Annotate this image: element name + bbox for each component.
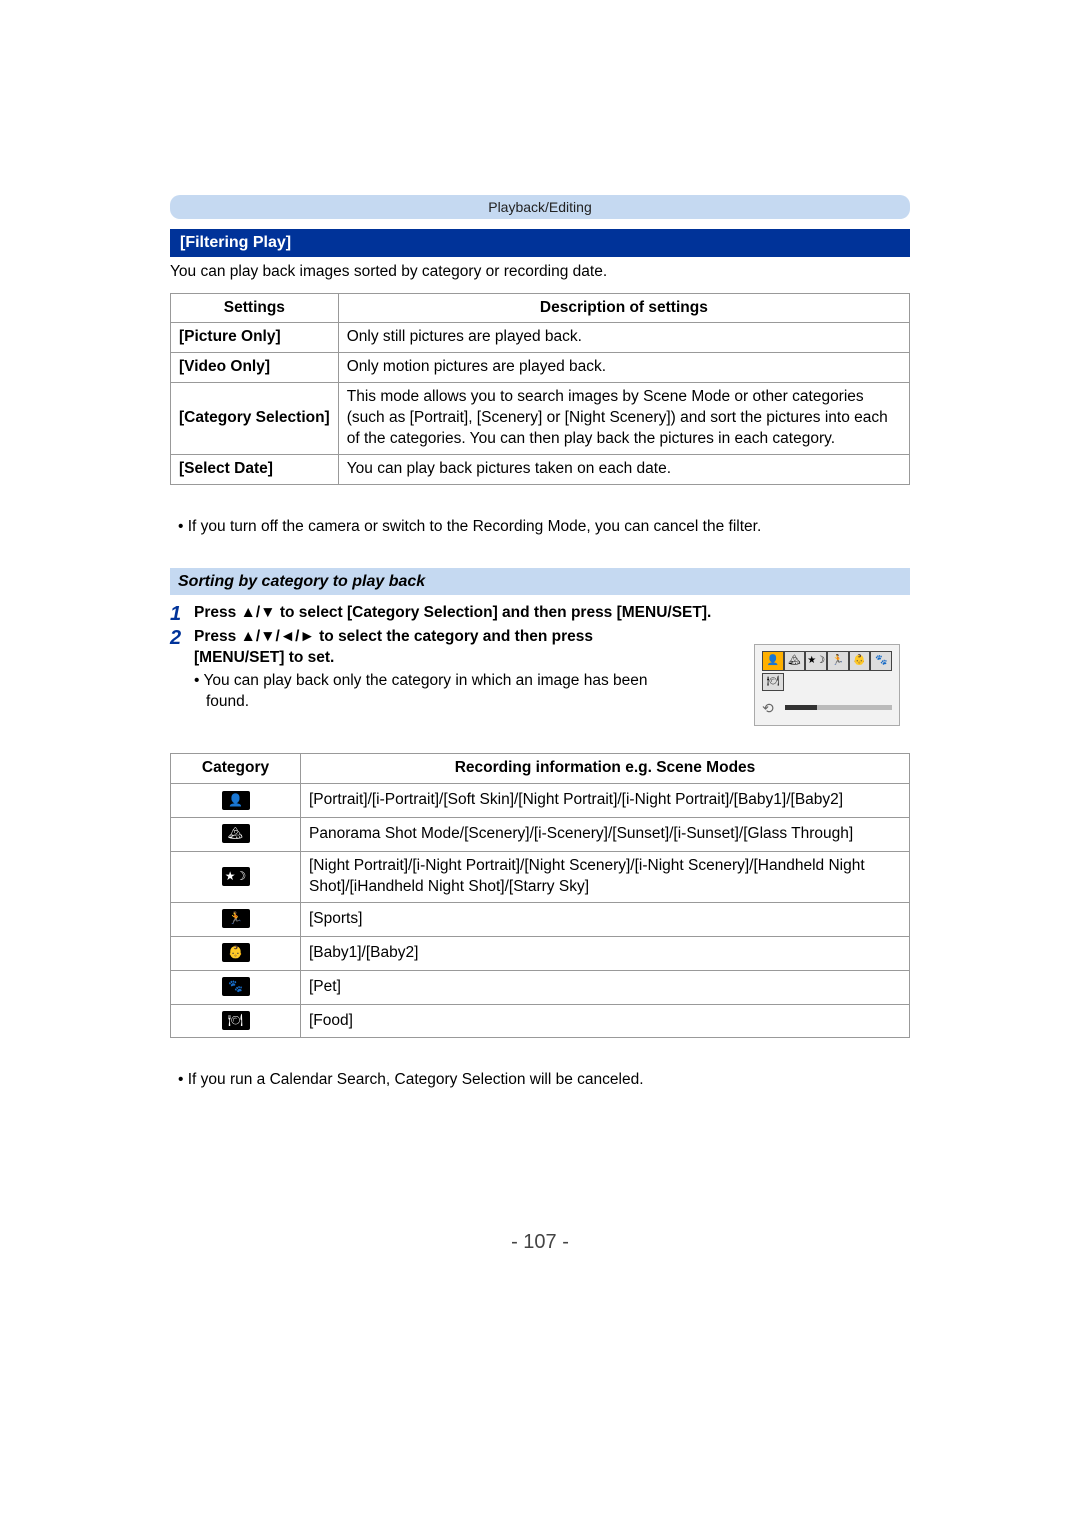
figure-icon-row: 👤 🏔 ★☽ 🏃 👶 🐾 — [762, 651, 892, 671]
table-row: 🏔 Panorama Shot Mode/[Scenery]/[i-Scener… — [171, 818, 910, 852]
figure-progress-bar — [785, 705, 892, 710]
figure-cell-selected: 👤 — [762, 651, 784, 671]
table-row: ★☽ [Night Portrait]/[i-Night Portrait]/[… — [171, 851, 910, 902]
category-selection-figure: 👤 🏔 ★☽ 🏃 👶 🐾 🍽 ⟲ — [754, 644, 900, 726]
step-1: 1 Press ▲/▼ to select [Category Selectio… — [170, 603, 910, 625]
setting-name: [Select Date] — [171, 455, 339, 485]
figure-cell: 🏃 — [827, 651, 849, 671]
category-desc: Panorama Shot Mode/[Scenery]/[i-Scenery]… — [301, 818, 910, 852]
section-title: [Filtering Play] — [170, 229, 910, 257]
table-row: 🏃 [Sports] — [171, 902, 910, 936]
dial-icon: ⟲ — [762, 699, 774, 718]
setting-desc: This mode allows you to search images by… — [338, 383, 909, 455]
step-note: • You can play back only the category in… — [194, 671, 664, 713]
food-icon: 🍽 — [222, 1011, 250, 1030]
category-icon-cell: 🐾 — [171, 970, 301, 1004]
setting-name: [Picture Only] — [171, 323, 339, 353]
sports-icon: 🏃 — [222, 909, 250, 928]
setting-name: [Video Only] — [171, 353, 339, 383]
scenery-icon: 🏔 — [222, 824, 250, 843]
figure-cell: 🏔 — [784, 651, 806, 671]
breadcrumb-text: Playback/Editing — [488, 198, 592, 217]
breadcrumb: Playback/Editing — [170, 195, 910, 219]
col-description: Description of settings — [338, 293, 909, 323]
category-icon-cell: 🏔 — [171, 818, 301, 852]
table-row: 👤 [Portrait]/[i-Portrait]/[Soft Skin]/[N… — [171, 784, 910, 818]
col-category: Category — [171, 754, 301, 784]
table-row: 🐾 [Pet] — [171, 970, 910, 1004]
figure-cell: 👶 — [849, 651, 871, 671]
category-desc: [Sports] — [301, 902, 910, 936]
table-header-row: Settings Description of settings — [171, 293, 910, 323]
note-filter-cancel: • If you turn off the camera or switch t… — [170, 515, 910, 540]
setting-desc: You can play back pictures taken on each… — [338, 455, 909, 485]
category-icon-cell: 🍽 — [171, 1004, 301, 1038]
col-settings: Settings — [171, 293, 339, 323]
figure-cell: 🍽 — [762, 673, 784, 691]
category-desc: [Night Portrait]/[i-Night Portrait]/[Nig… — [301, 851, 910, 902]
category-desc: [Pet] — [301, 970, 910, 1004]
table-row: [Category Selection] This mode allows yo… — [171, 383, 910, 455]
category-desc: [Baby1]/[Baby2] — [301, 936, 910, 970]
table-row: [Video Only] Only motion pictures are pl… — [171, 353, 910, 383]
category-icon-cell: 👶 — [171, 936, 301, 970]
table-row: 👶 [Baby1]/[Baby2] — [171, 936, 910, 970]
note-calendar-search: • If you run a Calendar Search, Category… — [170, 1068, 910, 1093]
category-desc: [Portrait]/[i-Portrait]/[Soft Skin]/[Nig… — [301, 784, 910, 818]
table-row: [Picture Only] Only still pictures are p… — [171, 323, 910, 353]
table-row: [Select Date] You can play back pictures… — [171, 455, 910, 485]
step-number: 1 — [170, 603, 194, 625]
category-icon-cell: 👤 — [171, 784, 301, 818]
category-table: Category Recording information e.g. Scen… — [170, 753, 910, 1038]
setting-desc: Only motion pictures are played back. — [338, 353, 909, 383]
col-recording-info: Recording information e.g. Scene Modes — [301, 754, 910, 784]
step-text: Press ▲/▼ to select [Category Selection]… — [194, 603, 910, 624]
baby-icon: 👶 — [222, 943, 250, 962]
page-number: - 107 - — [0, 1229, 1080, 1256]
table-row: 🍽 [Food] — [171, 1004, 910, 1038]
step-number: 2 — [170, 627, 194, 649]
category-icon-cell: ★☽ — [171, 851, 301, 902]
figure-cell: 🐾 — [870, 651, 892, 671]
setting-desc: Only still pictures are played back. — [338, 323, 909, 353]
step-text: Press ▲/▼/◄/► to select the category and… — [194, 627, 664, 669]
subheader-sorting: Sorting by category to play back — [170, 568, 910, 596]
settings-table: Settings Description of settings [Pictur… — [170, 293, 910, 485]
figure-cell: ★☽ — [805, 651, 827, 671]
setting-name: [Category Selection] — [171, 383, 339, 455]
portrait-icon: 👤 — [222, 791, 250, 810]
category-icon-cell: 🏃 — [171, 902, 301, 936]
intro-text: You can play back images sorted by categ… — [170, 262, 910, 283]
table-header-row: Category Recording information e.g. Scen… — [171, 754, 910, 784]
pet-icon: 🐾 — [222, 977, 250, 996]
category-desc: [Food] — [301, 1004, 910, 1038]
night-icon: ★☽ — [222, 867, 250, 886]
